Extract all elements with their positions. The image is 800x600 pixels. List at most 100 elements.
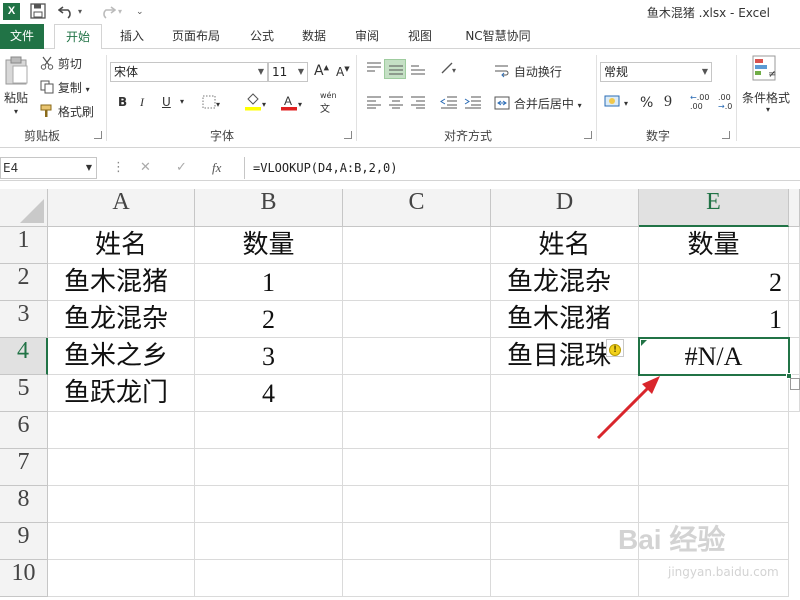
- row-header-9[interactable]: 9: [0, 523, 48, 560]
- number-launcher-icon[interactable]: [722, 131, 730, 139]
- tab-view[interactable]: 视图: [398, 24, 442, 49]
- cell-a3[interactable]: 鱼龙混杂: [48, 301, 195, 338]
- conditional-dropdown-icon[interactable]: ▾: [766, 105, 770, 114]
- cell-e1[interactable]: 数量: [639, 227, 789, 264]
- font-size-combo[interactable]: 11 ▼: [268, 62, 308, 82]
- undo-dropdown-icon[interactable]: ▾: [78, 3, 82, 21]
- align-right-icon[interactable]: [410, 95, 426, 112]
- cell-e7[interactable]: [639, 449, 789, 486]
- cell-a5[interactable]: 鱼跃龙门: [48, 375, 195, 412]
- cell-b8[interactable]: [195, 486, 343, 523]
- drag-handle-icon[interactable]: ⋮: [112, 158, 125, 178]
- tab-file[interactable]: 文件: [0, 24, 44, 49]
- tab-data[interactable]: 数据: [292, 24, 336, 49]
- cell-f2[interactable]: [789, 264, 800, 301]
- cell-f1[interactable]: [789, 227, 800, 264]
- cell-a2[interactable]: 鱼木混猪: [48, 264, 195, 301]
- cell-d8[interactable]: [491, 486, 639, 523]
- underline-button[interactable]: U: [162, 95, 171, 109]
- cell-b3[interactable]: 2: [195, 301, 343, 338]
- cell-a8[interactable]: [48, 486, 195, 523]
- select-all-button[interactable]: [0, 189, 48, 227]
- conditional-format-icon[interactable]: ≠: [752, 55, 782, 86]
- undo-icon[interactable]: [57, 3, 76, 21]
- align-top-icon[interactable]: [366, 61, 382, 78]
- cell-a7[interactable]: [48, 449, 195, 486]
- cell-b7[interactable]: [195, 449, 343, 486]
- cell-a4[interactable]: 鱼米之乡: [48, 338, 195, 375]
- copy-button[interactable]: 复制 ▾: [40, 79, 90, 97]
- conditional-format-button[interactable]: 条件格式: [742, 89, 790, 106]
- number-format-combo[interactable]: 常规 ▼: [600, 62, 712, 82]
- merge-dropdown-icon[interactable]: ▾: [578, 101, 582, 110]
- comma-button[interactable]: 9: [664, 93, 672, 111]
- fill-color-button[interactable]: ▾: [244, 93, 266, 114]
- insert-function-button[interactable]: fx: [212, 158, 221, 178]
- paste-icon[interactable]: [4, 55, 32, 85]
- cell-f4[interactable]: [789, 338, 800, 375]
- column-header-a[interactable]: A: [48, 189, 195, 227]
- chevron-down-icon[interactable]: ▼: [86, 158, 92, 178]
- cell-a10[interactable]: [48, 560, 195, 597]
- align-left-icon[interactable]: [366, 95, 382, 112]
- cancel-icon[interactable]: ✕: [140, 158, 151, 178]
- font-color-button[interactable]: A ▾: [280, 93, 302, 114]
- cell-b9[interactable]: [195, 523, 343, 560]
- column-header-b[interactable]: B: [195, 189, 343, 227]
- tab-home[interactable]: 开始: [54, 24, 102, 50]
- increase-decimal-button[interactable]: ←.00.00: [690, 93, 709, 111]
- tab-review[interactable]: 审阅: [345, 24, 389, 49]
- cell-c6[interactable]: [343, 412, 491, 449]
- cell-e3[interactable]: 1: [639, 301, 789, 338]
- cell-c7[interactable]: [343, 449, 491, 486]
- customize-toolbar-icon[interactable]: ⌄: [136, 3, 144, 21]
- cell-c2[interactable]: [343, 264, 491, 301]
- quick-analysis-icon[interactable]: [790, 378, 800, 390]
- bold-button[interactable]: B: [118, 95, 127, 109]
- redo-dropdown-icon[interactable]: ▾: [118, 3, 122, 21]
- tab-nc[interactable]: NC智慧协同: [450, 24, 546, 49]
- wrap-text-button[interactable]: 自动换行: [494, 63, 562, 81]
- row-header-2[interactable]: 2: [0, 264, 48, 301]
- cell-b6[interactable]: [195, 412, 343, 449]
- formula-input[interactable]: =VLOOKUP(D4,A:B,2,0): [244, 157, 800, 179]
- font-name-combo[interactable]: 宋体 ▼: [110, 62, 268, 82]
- cell-f3[interactable]: [789, 301, 800, 338]
- cell-b2[interactable]: 1: [195, 264, 343, 301]
- cell-a1[interactable]: 姓名: [48, 227, 195, 264]
- cell-d9[interactable]: [491, 523, 639, 560]
- cell-d2[interactable]: 鱼龙混杂: [491, 264, 639, 301]
- row-header-5[interactable]: 5: [0, 375, 48, 412]
- cell-a6[interactable]: [48, 412, 195, 449]
- row-header-4[interactable]: 4: [0, 338, 48, 375]
- cut-button[interactable]: 剪切: [40, 55, 82, 73]
- shrink-font-button[interactable]: A▼: [336, 65, 350, 79]
- cell-d1[interactable]: 姓名: [491, 227, 639, 264]
- row-header-10[interactable]: 10: [0, 560, 48, 597]
- italic-button[interactable]: I: [140, 95, 144, 110]
- align-center-icon[interactable]: [388, 95, 404, 112]
- cell-c8[interactable]: [343, 486, 491, 523]
- font-launcher-icon[interactable]: [344, 131, 352, 139]
- cell-d7[interactable]: [491, 449, 639, 486]
- tab-insert[interactable]: 插入: [110, 24, 154, 49]
- column-header-d[interactable]: D: [491, 189, 639, 227]
- warning-icon[interactable]: !: [606, 339, 624, 357]
- cell-c9[interactable]: [343, 523, 491, 560]
- tab-page-layout[interactable]: 页面布局: [162, 24, 230, 49]
- row-header-7[interactable]: 7: [0, 449, 48, 486]
- border-button[interactable]: ▾: [202, 95, 220, 112]
- row-header-1[interactable]: 1: [0, 227, 48, 264]
- phonetic-button[interactable]: wén 文: [320, 91, 337, 115]
- align-bottom-icon[interactable]: [410, 61, 426, 78]
- row-header-8[interactable]: 8: [0, 486, 48, 523]
- decrease-decimal-button[interactable]: .00 →.0: [718, 93, 732, 111]
- cell-c10[interactable]: [343, 560, 491, 597]
- cell-e2[interactable]: 2: [639, 264, 789, 301]
- increase-indent-icon[interactable]: [464, 95, 482, 112]
- tab-formulas[interactable]: 公式: [240, 24, 284, 49]
- cell-c5[interactable]: [343, 375, 491, 412]
- cell-b5[interactable]: 4: [195, 375, 343, 412]
- column-header-e[interactable]: E: [639, 189, 789, 227]
- percent-button[interactable]: %: [640, 95, 653, 111]
